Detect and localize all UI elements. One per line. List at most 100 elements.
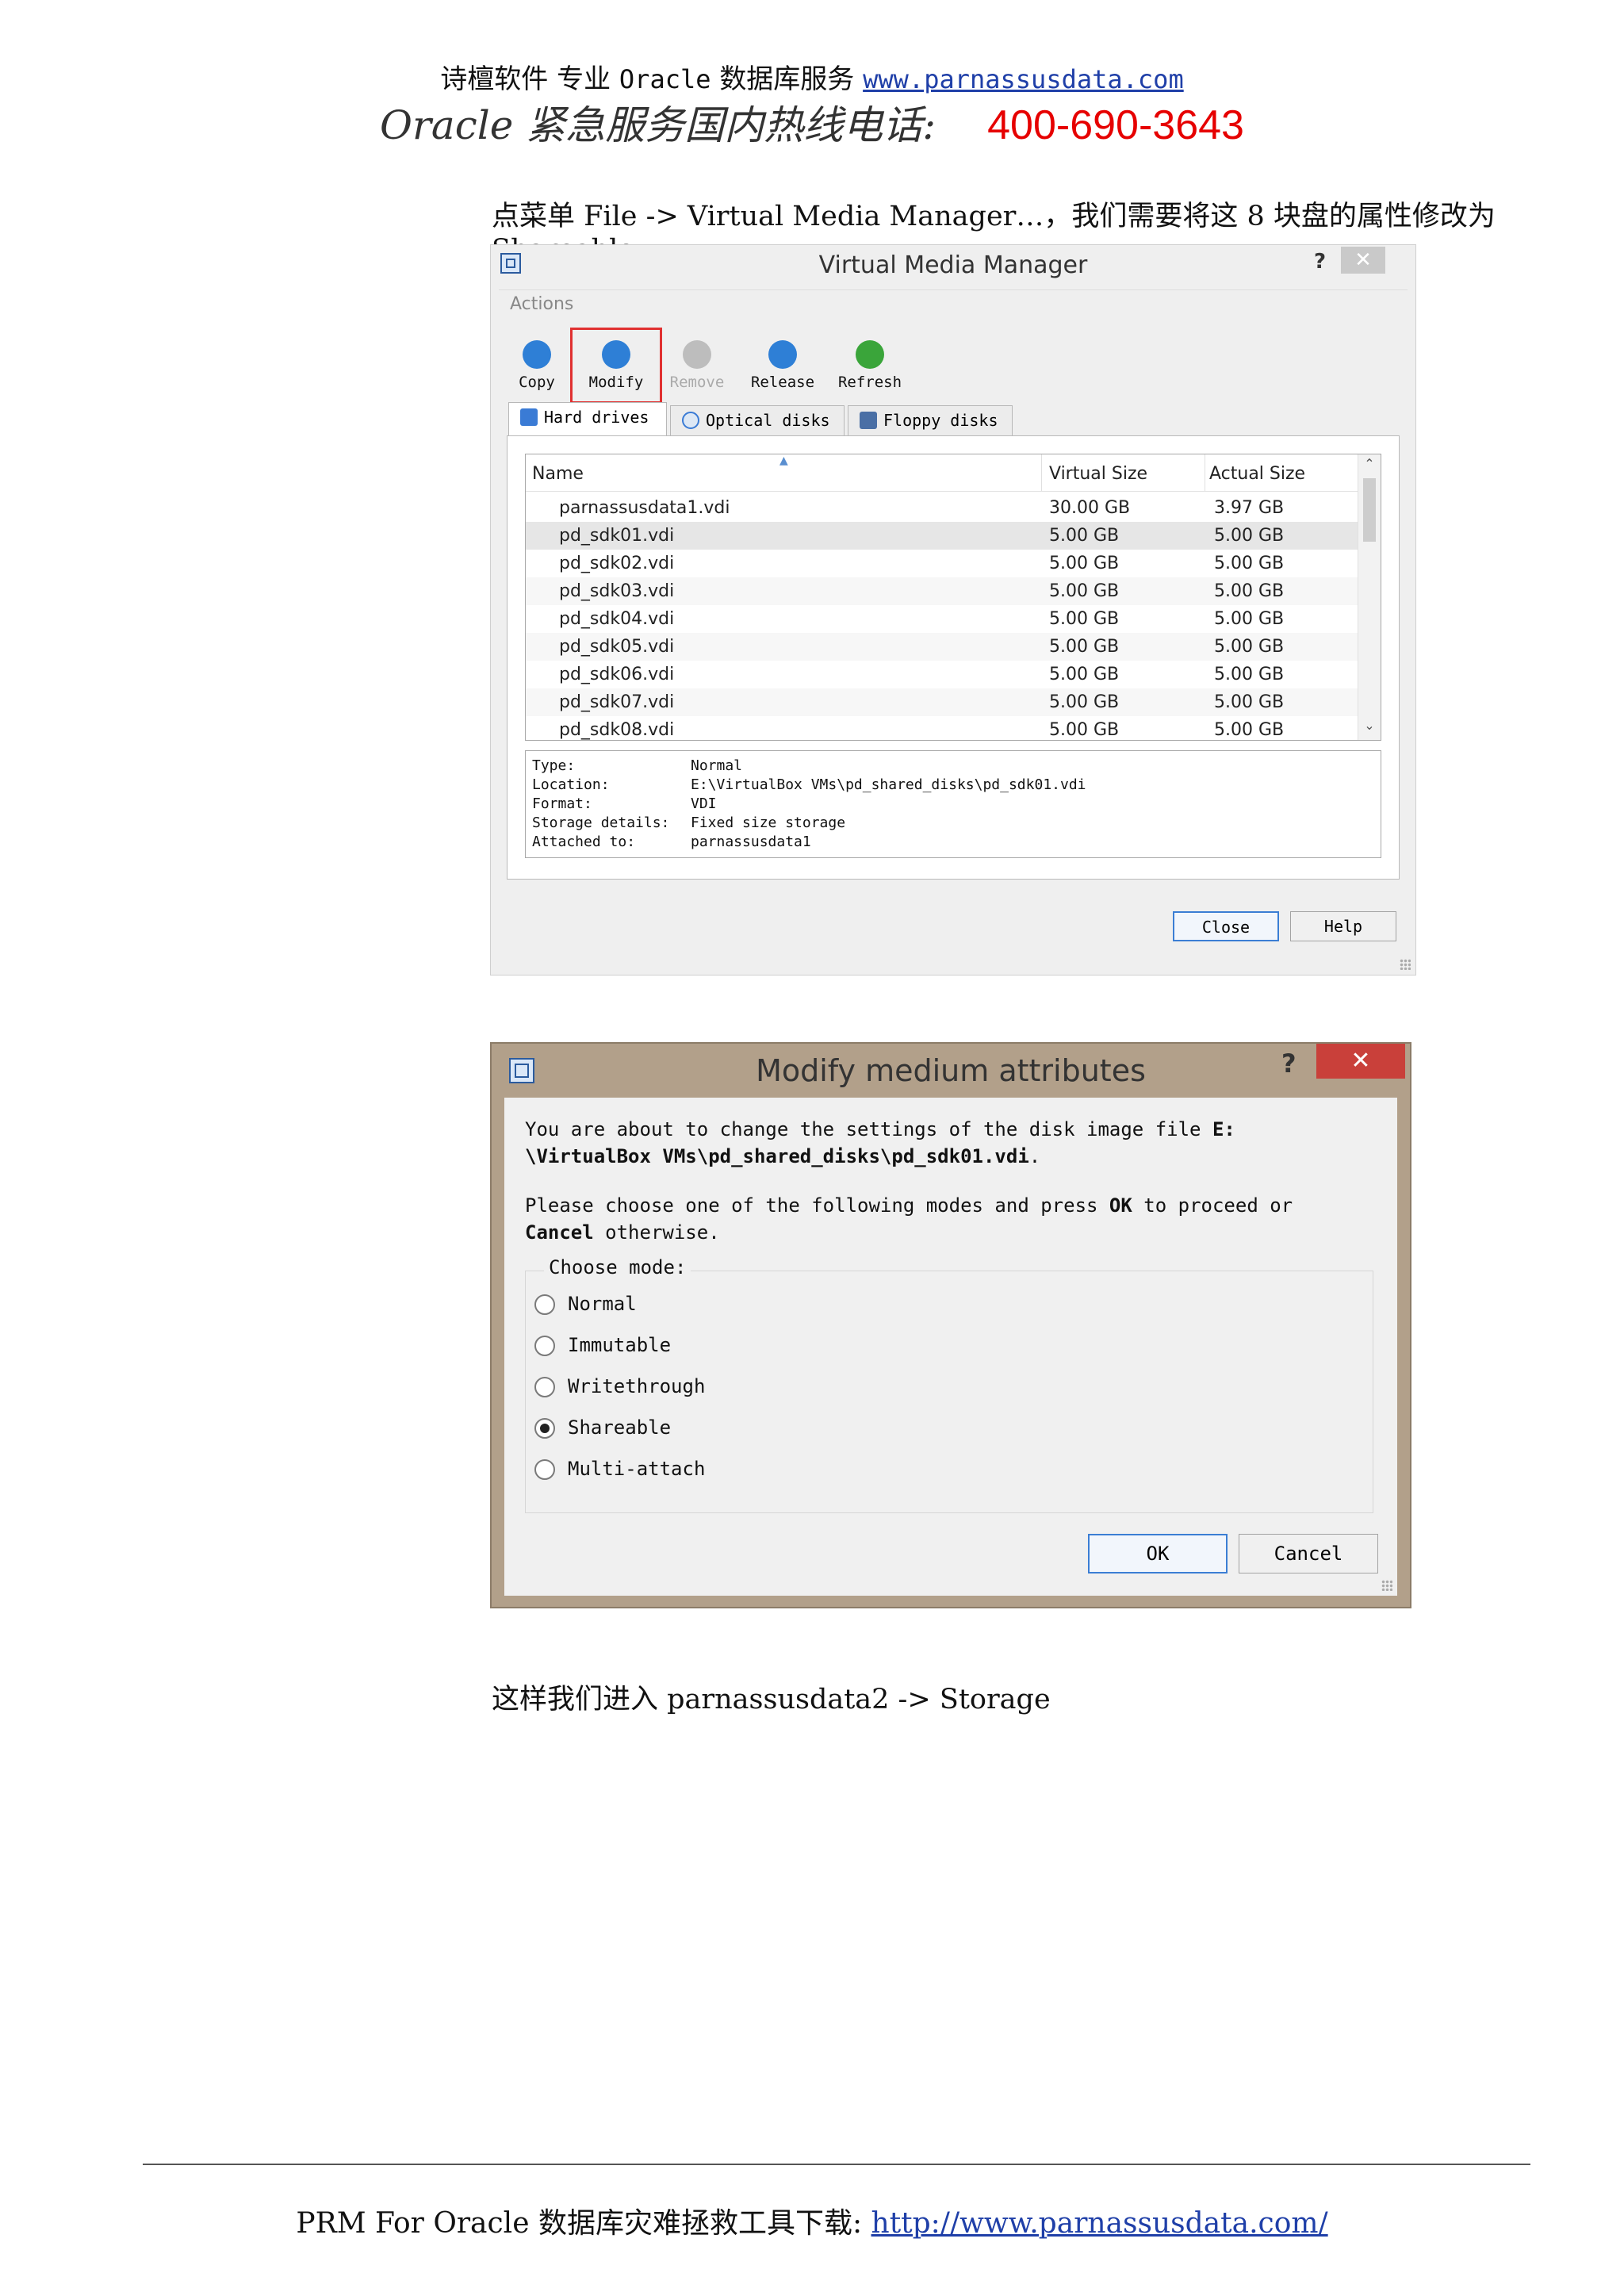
detail-value: Fixed size storage	[691, 815, 846, 831]
tab-optical-disks[interactable]: Optical disks	[670, 405, 845, 435]
header-url-link[interactable]: www.parnassusdata.com	[863, 64, 1184, 94]
cancel-button[interactable]: Cancel	[1239, 1534, 1378, 1573]
table-row[interactable]: pd_sdk07.vdi 5.00 GB 5.00 GB	[526, 688, 1358, 716]
choose-mode-label: Choose mode:	[544, 1256, 691, 1278]
copy-icon	[523, 340, 551, 369]
hard-drive-icon	[520, 408, 538, 426]
cell-actual: 5.00 GB	[1214, 554, 1285, 573]
table-row[interactable]: pd_sdk01.vdi 5.00 GB 5.00 GB	[526, 522, 1358, 550]
remove-icon	[683, 340, 711, 369]
resize-grip[interactable]	[1400, 959, 1411, 970]
cell-name: pd_sdk06.vdi	[559, 665, 675, 684]
release-button[interactable]: Release	[743, 340, 822, 391]
cell-actual: 5.00 GB	[1214, 526, 1285, 546]
table-row[interactable]: pd_sdk08.vdi 5.00 GB 5.00 GB	[526, 716, 1358, 740]
cell-virtual: 30.00 GB	[1049, 498, 1131, 518]
detail-value: parnassusdata1	[691, 834, 811, 850]
header-mid: 数据库服务	[719, 63, 855, 95]
detail-key: Location:	[532, 776, 610, 793]
modify-medium-dialog: Modify medium attributes ? ✕ You are abo…	[490, 1042, 1411, 1608]
cell-virtual: 5.00 GB	[1049, 665, 1120, 684]
tab-optical-disks-label: Optical disks	[706, 411, 830, 430]
table-row[interactable]: pd_sdk04.vdi 5.00 GB 5.00 GB	[526, 605, 1358, 633]
sort-ascending-icon: ▲	[779, 454, 788, 467]
table-row[interactable]: parnassusdata1.vdi 30.00 GB 3.97 GB	[526, 494, 1358, 522]
ok-button[interactable]: OK	[1088, 1534, 1228, 1573]
header-phone: 400-690-3643	[987, 102, 1244, 148]
message-ok: OK	[1109, 1194, 1132, 1217]
cell-actual: 5.00 GB	[1214, 692, 1285, 712]
copy-label: Copy	[519, 374, 555, 391]
cell-actual: 5.00 GB	[1214, 609, 1285, 629]
modify-client-area: You are about to change the settings of …	[504, 1098, 1397, 1596]
help-button[interactable]: Help	[1290, 911, 1396, 941]
table-row[interactable]: pd_sdk06.vdi 5.00 GB 5.00 GB	[526, 661, 1358, 688]
radio-label: Normal	[568, 1293, 637, 1315]
modify-titlebar: Modify medium attributes ? ✕	[492, 1044, 1410, 1093]
detail-value: Normal	[691, 757, 743, 774]
tab-floppy-disks[interactable]: Floppy disks	[848, 405, 1013, 435]
cell-name: parnassusdata1.vdi	[559, 498, 730, 518]
radio-circle-icon[interactable]	[534, 1418, 555, 1439]
cell-actual: 5.00 GB	[1214, 665, 1285, 684]
optical-disk-icon	[682, 412, 699, 429]
refresh-label: Refresh	[837, 374, 902, 391]
radio-label: Immutable	[568, 1334, 672, 1356]
radio-circle-icon[interactable]	[534, 1459, 555, 1480]
header-prefix: 诗檀软件 专业	[440, 63, 611, 95]
message-text: You are about to change the settings of …	[525, 1118, 1212, 1140]
media-list[interactable]: Name ▲ Virtual Size Actual Size parnassu…	[525, 454, 1381, 741]
message-line-1: You are about to change the settings of …	[525, 1118, 1235, 1140]
footer-url-link[interactable]: http://www.parnassusdata.com/	[871, 2207, 1328, 2240]
close-button[interactable]: Close	[1173, 911, 1279, 941]
column-name-header[interactable]: Name	[532, 464, 584, 484]
close-window-button[interactable]: ✕	[1341, 247, 1385, 274]
vmm-titlebar: Virtual Media Manager ? ✕	[491, 245, 1415, 282]
remove-button[interactable]: Remove	[657, 340, 737, 391]
list-header: Name ▲ Virtual Size Actual Size	[526, 454, 1358, 492]
cell-name: pd_sdk08.vdi	[559, 720, 675, 740]
help-icon[interactable]: ?	[1314, 250, 1326, 274]
copy-button[interactable]: Copy	[497, 340, 576, 391]
header-oracle: Oracle	[619, 64, 711, 94]
refresh-button[interactable]: Refresh	[830, 340, 910, 391]
tab-hard-drives[interactable]: Hard drives	[508, 402, 667, 435]
cell-name: pd_sdk07.vdi	[559, 692, 675, 712]
radio-circle-icon[interactable]	[534, 1294, 555, 1315]
footer: PRM For Oracle 数据库灾难拯救工具下载: http://www.p…	[0, 2200, 1624, 2241]
tab-hard-drives-label: Hard drives	[544, 408, 649, 427]
cell-name: pd_sdk03.vdi	[559, 581, 675, 601]
message-line-2: \VirtualBox VMs\pd_shared_disks\pd_sdk01…	[525, 1145, 1040, 1167]
cell-virtual: 5.00 GB	[1049, 609, 1120, 629]
cell-name: pd_sdk04.vdi	[559, 609, 675, 629]
scroll-down-icon[interactable]: ⌄	[1358, 718, 1381, 738]
header-line-2: Oracle 紧急服务国内热线电话: 400-690-3643	[0, 94, 1624, 151]
message-text: otherwise.	[593, 1221, 720, 1244]
scroll-thumb[interactable]	[1363, 478, 1376, 542]
close-dialog-button[interactable]: ✕	[1316, 1044, 1405, 1079]
radio-circle-icon[interactable]	[534, 1377, 555, 1397]
virtual-media-manager-window: Virtual Media Manager ? ✕ Actions Copy Mo…	[490, 244, 1416, 976]
detail-value: VDI	[691, 795, 717, 812]
medium-details: Type: Normal Location: E:\VirtualBox VMs\pd…	[525, 750, 1381, 858]
radio-circle-icon[interactable]	[534, 1336, 555, 1356]
column-virtual-size-header[interactable]: Virtual Size	[1049, 464, 1147, 484]
table-row[interactable]: pd_sdk02.vdi 5.00 GB 5.00 GB	[526, 550, 1358, 577]
footer-text: PRM For Oracle 数据库灾难拯救工具下载:	[296, 2207, 871, 2240]
cell-actual: 5.00 GB	[1214, 581, 1285, 601]
table-row[interactable]: pd_sdk03.vdi 5.00 GB 5.00 GB	[526, 577, 1358, 605]
detail-key: Storage details:	[532, 815, 670, 831]
hard-drives-panel: Name ▲ Virtual Size Actual Size parnassu…	[507, 435, 1400, 880]
refresh-icon	[856, 340, 884, 369]
column-actual-size-header[interactable]: Actual Size	[1209, 464, 1305, 484]
table-row[interactable]: pd_sdk05.vdi 5.00 GB 5.00 GB	[526, 633, 1358, 661]
cell-actual: 3.97 GB	[1214, 498, 1285, 518]
help-icon[interactable]: ?	[1281, 1048, 1297, 1079]
list-scrollbar[interactable]: ⌃ ⌄	[1358, 454, 1381, 740]
resize-grip[interactable]	[1381, 1580, 1392, 1591]
scroll-up-icon[interactable]: ⌃	[1358, 456, 1381, 477]
cell-virtual: 5.00 GB	[1049, 554, 1120, 573]
cell-virtual: 5.00 GB	[1049, 581, 1120, 601]
modify-title: Modify medium attributes	[756, 1053, 1146, 1088]
release-icon	[768, 340, 797, 369]
